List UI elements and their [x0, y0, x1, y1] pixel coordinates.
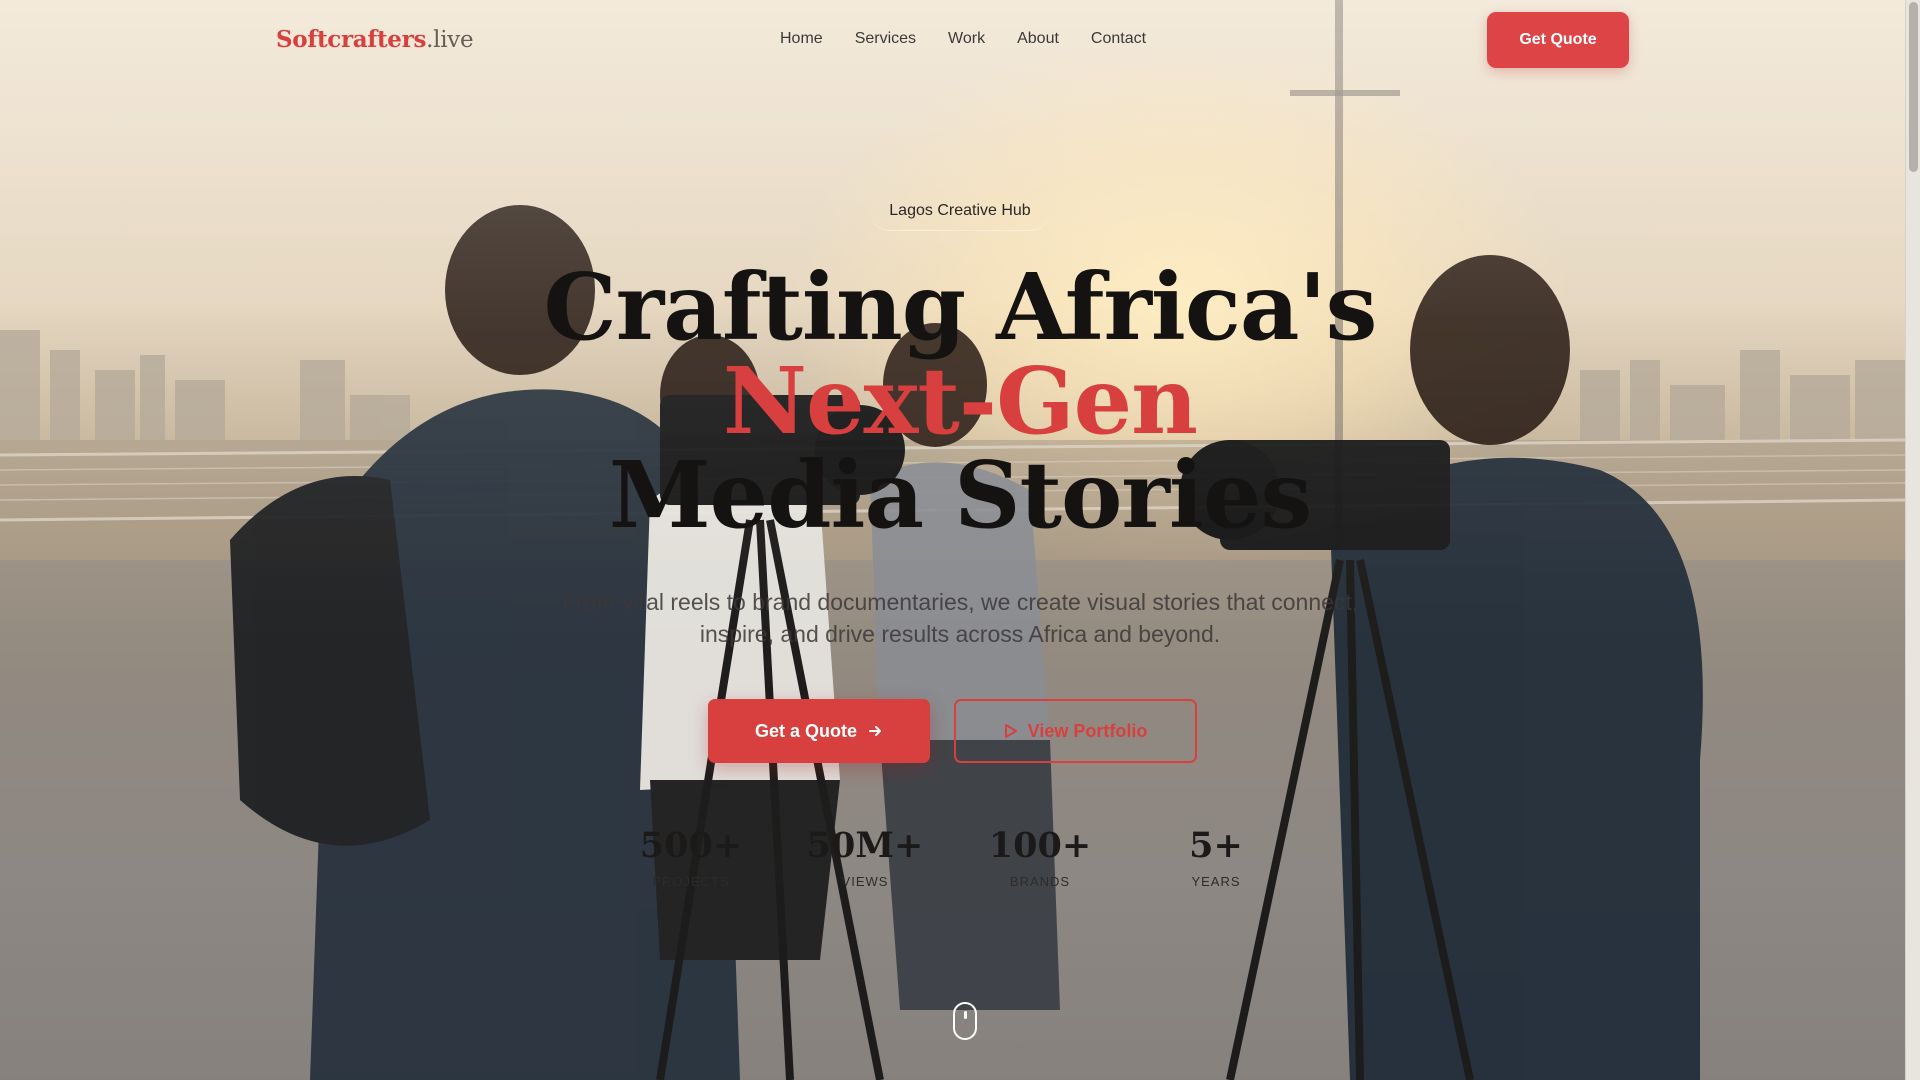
main-nav: Home Services Work About Contact	[780, 30, 1178, 48]
nav-item-contact[interactable]: Contact	[1091, 30, 1146, 48]
stat-views: 50M+ Views	[800, 825, 930, 890]
hero-headline: Crafting Africa's Next-Gen Media Stories	[440, 260, 1480, 542]
stat-years: 5+ Years	[1151, 825, 1281, 890]
stat-label: Projects	[652, 874, 730, 889]
get-a-quote-button[interactable]: Get a Quote	[708, 699, 930, 763]
play-icon	[1004, 723, 1018, 739]
scroll-down-indicator[interactable]	[953, 1002, 977, 1040]
headline-accent: Next-Gen	[722, 347, 1198, 455]
nav-item-home[interactable]: Home	[780, 30, 823, 48]
nav-item-services[interactable]: Services	[855, 30, 916, 48]
stat-projects: 500+ Projects	[626, 825, 756, 890]
hero-subtitle: From viral reels to brand documentaries,…	[561, 589, 1359, 647]
nav-item-work[interactable]: Work	[948, 30, 985, 48]
nav-item-about[interactable]: About	[1017, 30, 1059, 48]
get-quote-button[interactable]: Get Quote	[1487, 12, 1629, 68]
stat-label: Years	[1191, 874, 1241, 889]
scrollbar-thumb[interactable]	[1909, 2, 1918, 172]
brand-name: Softcrafters	[276, 26, 427, 53]
stat-value: 5+	[1189, 825, 1243, 866]
headline-part2: Media Stories	[608, 441, 1312, 549]
stat-label: Views	[841, 874, 889, 889]
site-header: Softcrafters.live Home Services Work Abo…	[0, 0, 1905, 78]
stat-value: 50M+	[806, 825, 924, 866]
stat-brands: 100+ Brands	[975, 825, 1105, 890]
location-badge: Lagos Creative Hub	[870, 191, 1050, 231]
brand-tld: .live	[426, 27, 474, 53]
view-portfolio-label: View Portfolio	[1027, 720, 1148, 741]
view-portfolio-button[interactable]: View Portfolio	[954, 699, 1197, 763]
get-a-quote-label: Get a Quote	[754, 720, 857, 741]
page-scrollbar[interactable]	[1905, 0, 1920, 1080]
brand-logo[interactable]: Softcrafters.live	[276, 26, 474, 53]
stat-label: Brands	[1009, 874, 1071, 889]
scroll-dot	[964, 1011, 967, 1019]
stat-value: 100+	[988, 825, 1092, 866]
arrow-right-icon	[867, 723, 883, 739]
stat-value: 500+	[639, 825, 743, 866]
headline-part1: Crafting Africa's	[543, 253, 1378, 361]
